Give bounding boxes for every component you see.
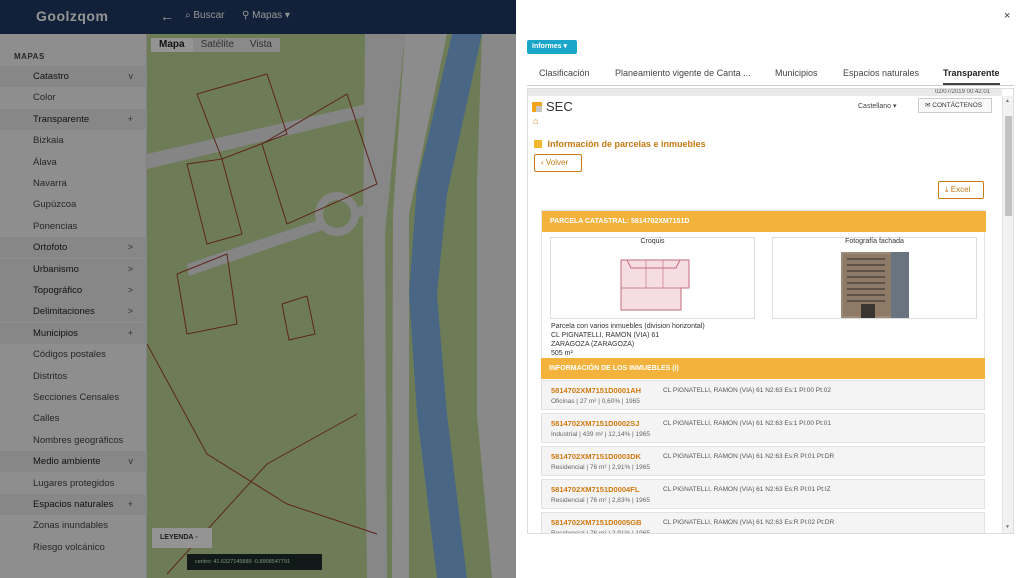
address-line: Parcela con varios inmuebles (division h… [551,323,705,330]
scroll-thumb[interactable] [1005,116,1012,216]
facade-photo-label: Fotografía fachada [845,238,904,245]
sketch-label: Croquis [640,238,665,245]
sketch-box[interactable]: Croquis [550,237,755,319]
contact-button[interactable]: ✉ CONTÁCTENOS [918,98,992,113]
sec-logo-text: SEC [546,99,573,114]
language-label: Castellano [858,103,892,110]
property-details: Industrial | 439 m² | 12,14% | 1965 [551,431,651,438]
back-label: Volver [545,158,569,167]
excel-label: Excel [950,185,971,194]
map-application: Goolzqom ← ⌕ Buscar ⚲ Mapas ▾ MAPAS Cata… [0,0,516,578]
caret-down-icon: ▾ [893,103,897,110]
informes-dropdown[interactable]: Informes ▾ [527,40,577,54]
parcel-header: PARCELA CATASTRAL: 5814702XM7151D [542,211,986,232]
property-row[interactable]: 5814702XM7151D0005GB CL PIGNATELLI, RAMON… [541,512,985,534]
address-line: CL PIGNATELLI, RAMON (VIA) 61 [551,332,660,339]
parcel-address: Parcela con varios inmuebles (division h… [551,322,705,358]
property-address: CL PIGNATELLI, RAMON (VIA) 61 N2:63 Es:1… [663,420,831,427]
property-row[interactable]: 5814702XM7151D0003DK CL PIGNATELLI, RAMON… [541,446,985,476]
modal-backdrop[interactable] [0,0,516,578]
property-details: Oficinas | 27 m² | 0,60% | 1965 [551,398,640,405]
scroll-up-icon[interactable]: ▲ [1005,98,1010,104]
properties-header: INFORMACIÓN DE LOS INMUEBLES (i) [541,358,985,379]
informes-label: Informes [532,43,562,50]
close-button[interactable]: × [1004,10,1010,22]
property-details: Residencial | 76 m² | 2,83% | 1965 [551,497,651,504]
facade-photo-box[interactable]: Fotografía fachada [772,237,977,319]
frame-date: 02/07/2019 00:42:01 [528,89,1002,96]
back-button[interactable]: ‹ Volver [534,154,582,172]
info-panel: × Informes ▾ Clasificación Planeamiento v… [516,0,1024,578]
frame-scrollbar[interactable]: ▲ ▼ [1002,96,1013,533]
panel-tab[interactable]: Transparente [943,68,1000,85]
sec-logo: SEC [532,99,573,114]
panel-tab[interactable]: Municipios [775,68,818,78]
language-select[interactable]: Castellano ▾ [858,102,897,110]
panel-tabs: Clasificación Planeamiento vigente de Can… [527,62,1014,86]
property-row[interactable]: 5814702XM7151D0002SJ CL PIGNATELLI, RAMON… [541,413,985,443]
parcel-sketch-image [620,259,690,311]
title-square-icon [534,140,542,148]
sec-logo-mark [532,101,542,112]
property-details: Residencial | 76 m² | 2,91% | 1965 [551,464,651,471]
panel-tab[interactable]: Espacios naturales [843,68,919,78]
property-address: CL PIGNATELLI, RAMON (VIA) 61 N2:63 Es:1… [663,387,831,394]
sec-frame: 02/07/2019 00:42:01 SEC Castellano ▾ ✉ C… [527,88,1014,534]
home-icon[interactable]: ⌂ [533,116,538,126]
panel-tab[interactable]: Planeamiento vigente de Canta ... [615,68,751,78]
excel-button[interactable]: ⤓ Excel [938,181,984,199]
caret-down-icon: ▾ [563,43,568,50]
property-ref-link[interactable]: 5814702XM7151D0001AH [551,386,641,395]
property-row[interactable]: 5814702XM7151D0001AH CL PIGNATELLI, RAMON… [541,380,985,410]
section-title-text: Información de parcelas e inmuebles [547,139,706,149]
panel-tab[interactable]: Clasificación [539,68,590,78]
property-details: Residencial | 76 m² | 2,91% | 1965 [551,530,651,534]
property-ref-link[interactable]: 5814702XM7151D0005GB [551,518,641,527]
property-address: CL PIGNATELLI, RAMON (VIA) 61 N2:63 Es:R… [663,453,835,460]
address-line: ZARAGOZA (ZARAGOZA) [551,341,635,348]
address-line: 505 m² [551,350,573,357]
section-title: Información de parcelas e inmuebles [534,139,706,149]
parcel-card: PARCELA CATASTRAL: 5814702XM7151D Croqui… [541,210,986,360]
property-row[interactable]: 5814702XM7151D0004FL CL PIGNATELLI, RAMON… [541,479,985,509]
property-ref-link[interactable]: 5814702XM7151D0003DK [551,452,641,461]
property-address: CL PIGNATELLI, RAMON (VIA) 61 N2:63 Es:R… [663,486,831,493]
property-address: CL PIGNATELLI, RAMON (VIA) 61 N2:63 Es:R… [663,519,835,526]
scroll-down-icon[interactable]: ▼ [1005,524,1010,530]
contact-label: CONTÁCTENOS [932,102,983,109]
property-ref-link[interactable]: 5814702XM7151D0004FL [551,485,639,494]
property-ref-link[interactable]: 5814702XM7151D0002SJ [551,419,639,428]
facade-photo [841,252,909,318]
